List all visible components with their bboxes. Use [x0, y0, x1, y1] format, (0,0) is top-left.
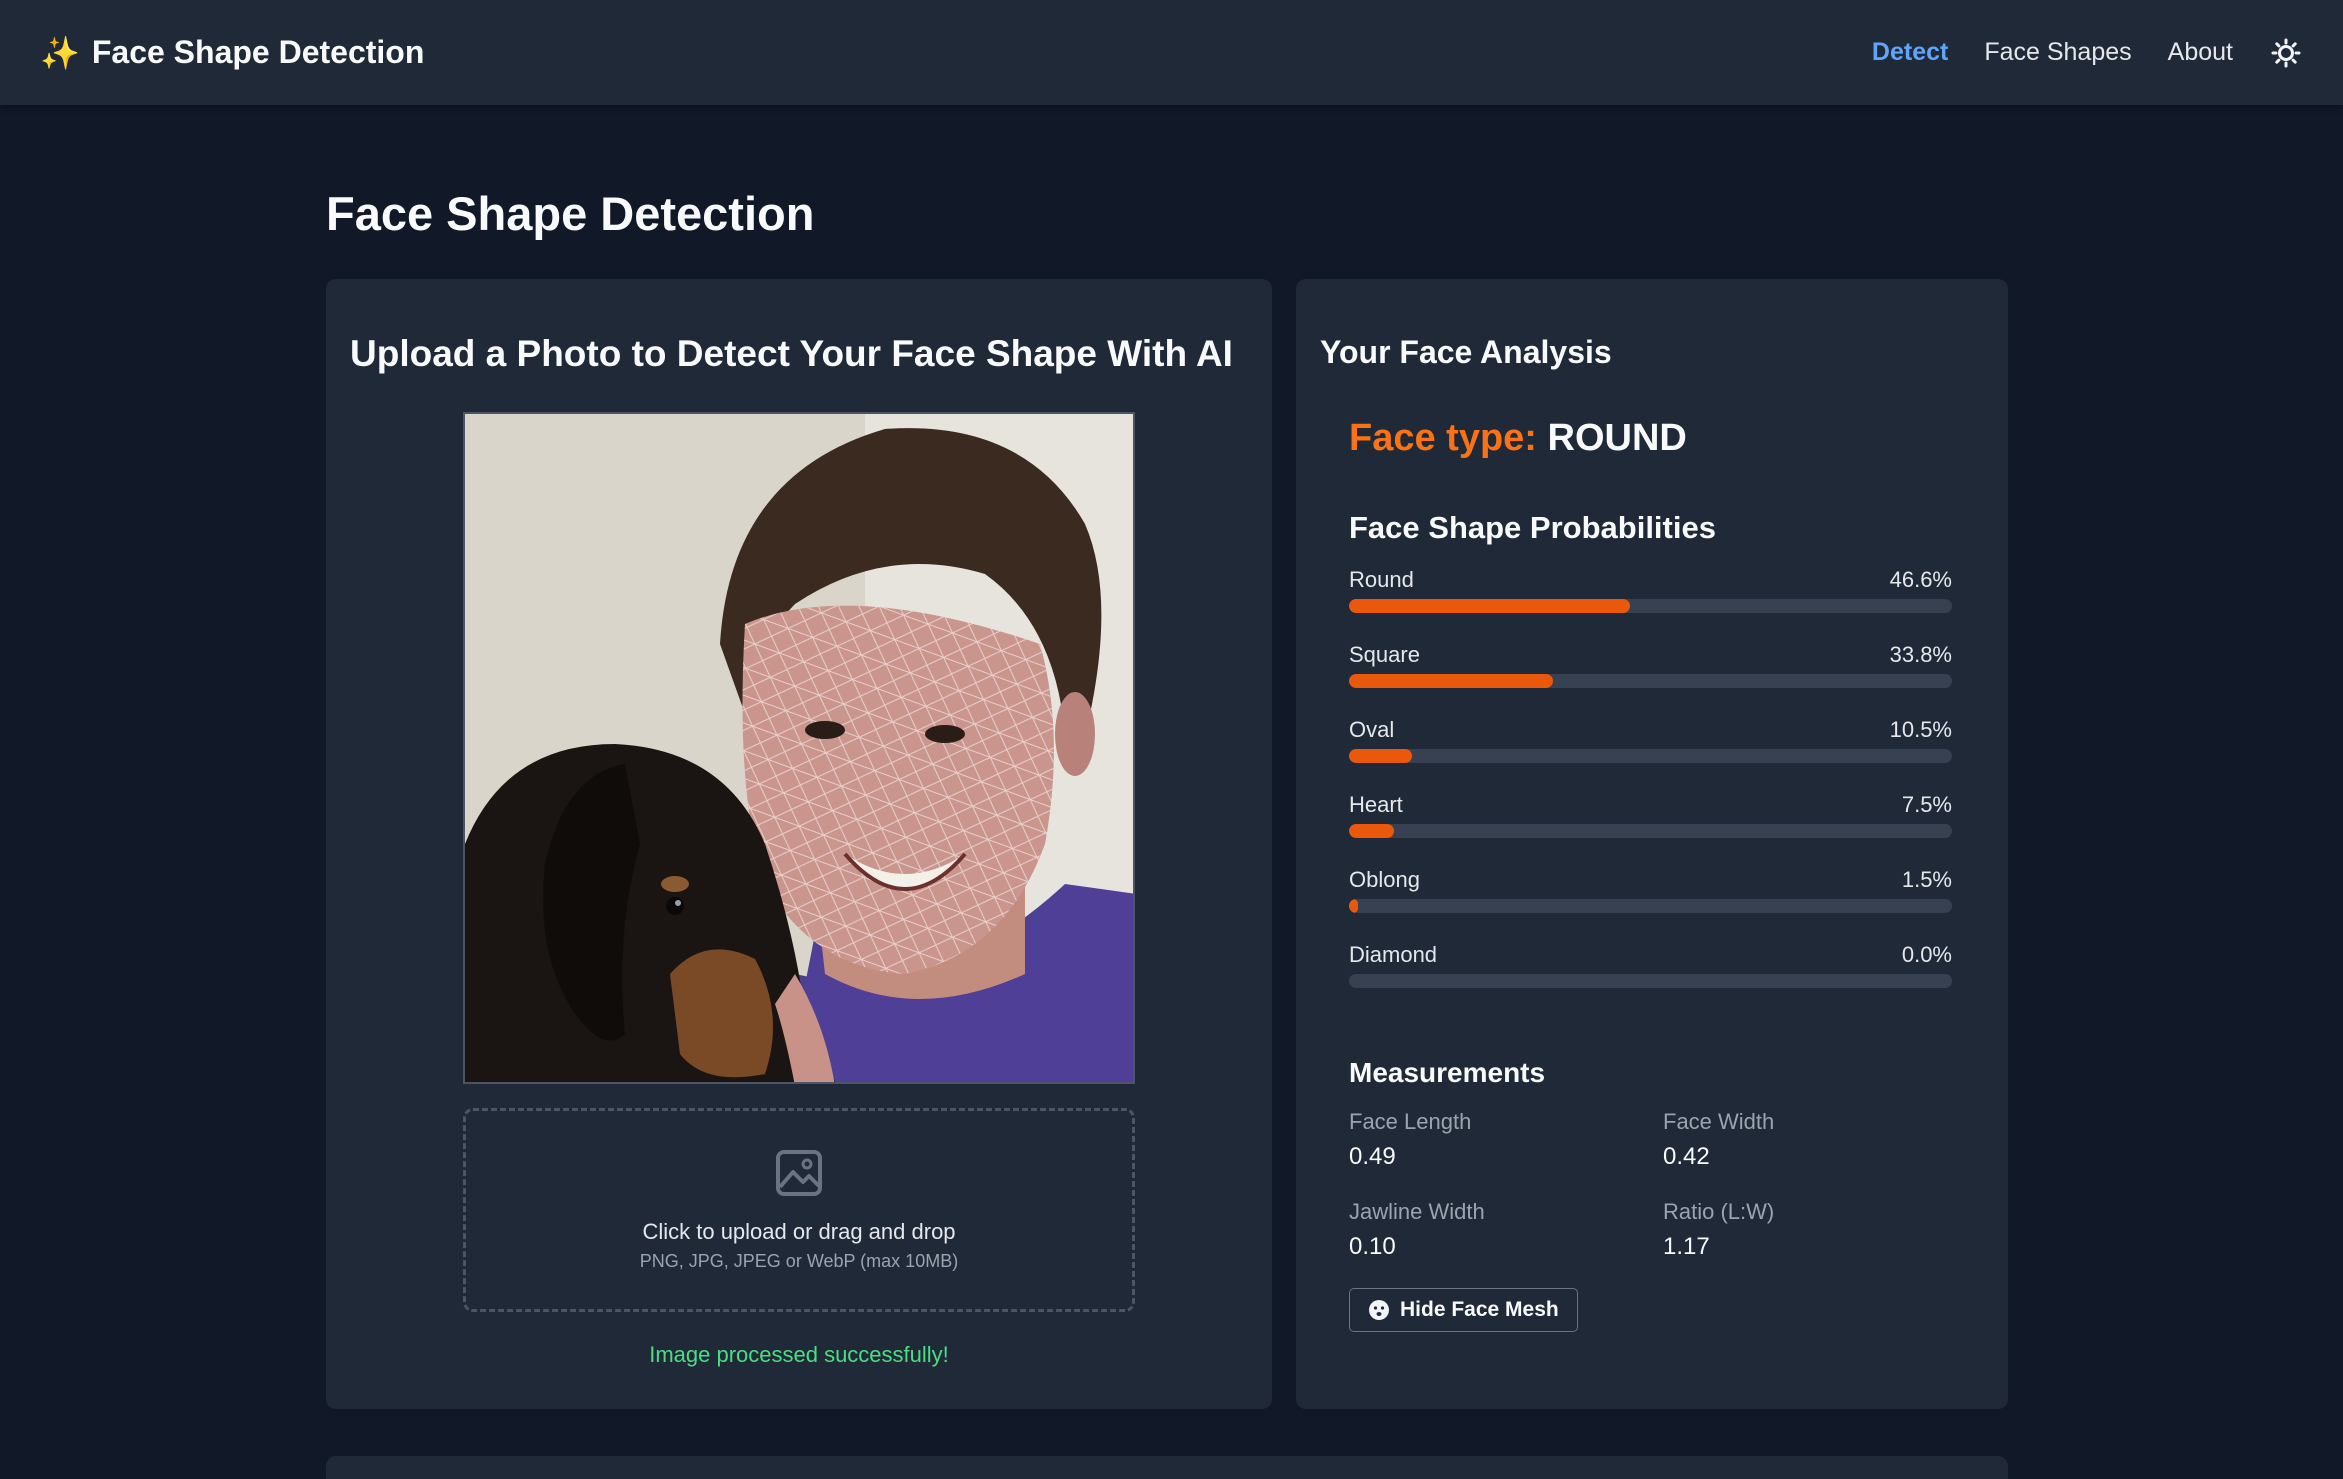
face-icon [1369, 1300, 1389, 1320]
probability-label: Round [1349, 567, 1414, 592]
measurement-label: Ratio (L:W) [1663, 1199, 1775, 1224]
measurement-face-length: Face Length 0.49 [1349, 1109, 1649, 1171]
upload-card: Upload a Photo to Detect Your Face Shape… [326, 279, 1272, 1409]
probability-label: Heart [1349, 792, 1403, 817]
probability-track [1349, 674, 1952, 688]
analysis-title: Your Face Analysis [1320, 334, 1612, 370]
brand[interactable]: ✨ Face Shape Detection [40, 34, 424, 72]
sun-icon [2271, 38, 2301, 67]
probability-row-oval: Oval 10.5% [1349, 717, 1952, 792]
next-section-card [326, 1456, 2008, 1479]
probabilities-title: Face Shape Probabilities [1349, 510, 1716, 545]
face-type-value: ROUND [1547, 417, 1687, 459]
measurement-ratio: Ratio (L:W) 1.17 [1663, 1199, 1963, 1261]
probability-bar [1349, 749, 1413, 763]
probability-row-oblong: Oblong 1.5% [1349, 867, 1952, 942]
probability-row-square: Square 33.8% [1349, 642, 1952, 717]
measurement-value: 0.42 [1663, 1143, 1710, 1170]
probability-bar [1349, 899, 1359, 913]
nav-link-about[interactable]: About [2168, 38, 2233, 67]
probability-value: 1.5% [1901, 867, 1952, 892]
theme-toggle-button[interactable] [2269, 36, 2303, 70]
probability-track [1349, 974, 1952, 988]
probability-value: 7.5% [1901, 792, 1952, 817]
nav-links: Detect Face Shapes About [1872, 36, 2303, 70]
probability-bar [1349, 599, 1630, 613]
hide-face-mesh-button[interactable]: Hide Face Mesh [1349, 1288, 1578, 1332]
measurement-face-width: Face Width 0.42 [1663, 1109, 1963, 1171]
nav-link-detect[interactable]: Detect [1872, 38, 1948, 67]
face-type: Face type: ROUND [1349, 417, 1687, 460]
dropzone-hint: PNG, JPG, JPEG or WebP (max 10MB) [639, 1250, 959, 1271]
probability-list: Round 46.6% Square 33.8% Oval 10.5% Hear… [1349, 567, 1952, 1017]
dropzone-text: Click to upload or drag and drop [642, 1218, 956, 1244]
probability-value: 10.5% [1889, 717, 1952, 742]
probability-label: Diamond [1349, 942, 1438, 967]
nav-link-face-shapes[interactable]: Face Shapes [1984, 38, 2131, 67]
measurement-label: Face Length [1349, 1109, 1472, 1134]
probability-label: Oval [1349, 717, 1395, 742]
probability-label: Oblong [1349, 867, 1420, 892]
analysis-card: Your Face Analysis Face type: ROUND Face… [1296, 279, 2008, 1409]
probability-value: 0.0% [1901, 942, 1952, 967]
probability-track [1349, 899, 1952, 913]
measurement-jawline-width: Jawline Width 0.10 [1349, 1199, 1649, 1261]
sparkles-icon: ✨ [40, 34, 80, 71]
brand-title: Face Shape Detection [91, 34, 425, 70]
probability-row-heart: Heart 7.5% [1349, 792, 1952, 867]
photo-illustration [465, 414, 1133, 1082]
probability-bar [1349, 674, 1553, 688]
probability-track [1349, 599, 1952, 613]
measurement-label: Face Width [1663, 1109, 1775, 1134]
probability-row-diamond: Diamond 0.0% [1349, 942, 1952, 1017]
measurement-value: 0.49 [1349, 1143, 1396, 1170]
measurement-value: 1.17 [1663, 1233, 1710, 1260]
probability-track [1349, 824, 1952, 838]
measurements-title: Measurements [1349, 1057, 1546, 1088]
probability-track [1349, 749, 1952, 763]
hide-face-mesh-label: Hide Face Mesh [1400, 1298, 1559, 1321]
probability-value: 33.8% [1889, 642, 1952, 667]
navbar: ✨ Face Shape Detection Detect Face Shape… [0, 0, 2343, 105]
uploaded-photo [463, 412, 1135, 1084]
upload-title: Upload a Photo to Detect Your Face Shape… [350, 333, 1233, 374]
probability-value: 46.6% [1889, 567, 1952, 592]
status-message: Image processed successfully! [649, 1342, 949, 1367]
face-type-label: Face type: [1349, 417, 1537, 459]
upload-dropzone[interactable]: Click to upload or drag and drop PNG, JP… [463, 1108, 1135, 1312]
probability-bar [1349, 824, 1395, 838]
image-icon [776, 1149, 822, 1196]
measurement-value: 0.10 [1349, 1233, 1396, 1260]
page-title: Face Shape Detection [326, 187, 815, 240]
probability-row-round: Round 46.6% [1349, 567, 1952, 642]
analysis-panel: Face type: ROUND Face Shape Probabilitie… [1320, 391, 1984, 1391]
measurement-label: Jawline Width [1349, 1199, 1485, 1224]
probability-label: Square [1349, 642, 1420, 667]
